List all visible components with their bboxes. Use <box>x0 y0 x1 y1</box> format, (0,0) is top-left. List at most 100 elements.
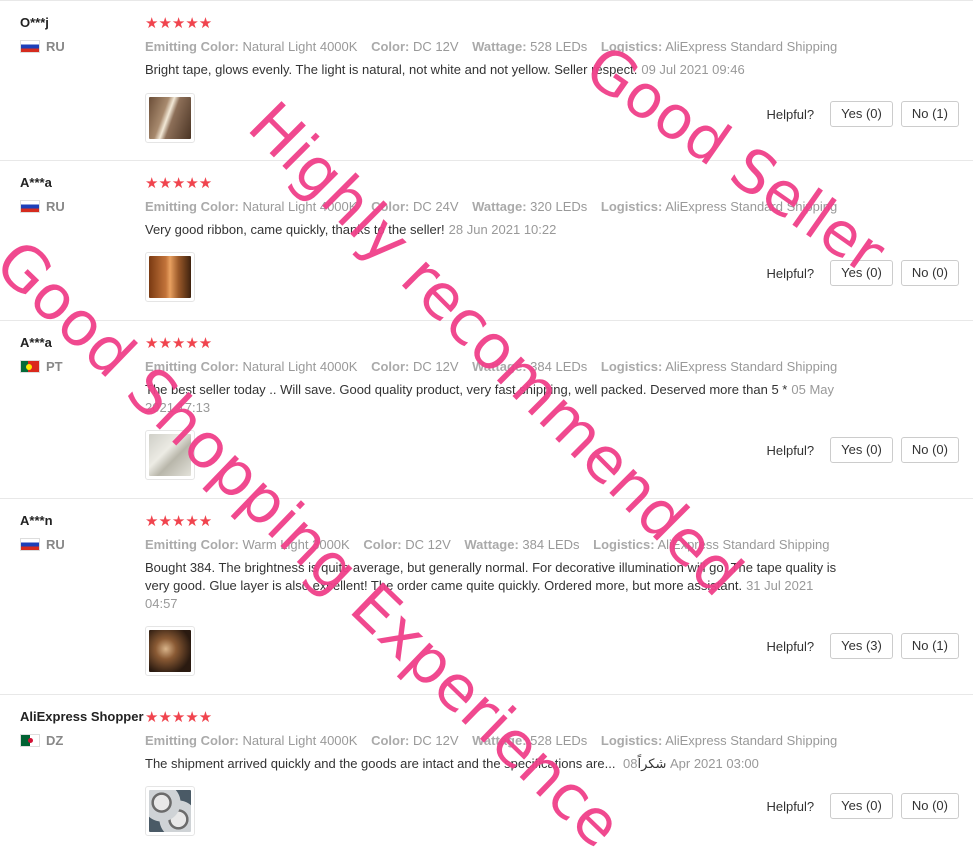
attr-value: DC 12V <box>412 39 459 54</box>
helpful-label: Helpful? <box>766 638 815 654</box>
photo-package <box>149 434 191 476</box>
review-body: The shipment arrived quickly and the goo… <box>145 756 667 771</box>
review-text: Bright tape, glows evenly. The light is … <box>145 61 845 79</box>
helpful-vote: Helpful? Yes (0) No (0) <box>766 793 959 819</box>
review-text: Bought 384. The brightness is quite aver… <box>145 559 845 613</box>
review-photo-thumbnail[interactable] <box>145 252 195 302</box>
flag-russia-icon <box>20 538 40 551</box>
attr-value: AliExpress Standard Shipping <box>665 733 838 748</box>
review-content: ★★★★★ Emitting Color: Natural Light 4000… <box>145 335 845 417</box>
review-photo-thumbnail[interactable] <box>145 626 195 676</box>
flag-portugal-icon <box>20 360 40 373</box>
reviewer-country: RU <box>20 39 145 54</box>
helpful-no-button[interactable]: No (0) <box>900 793 959 819</box>
flag-algeria-icon <box>20 734 40 747</box>
attr-label: Emitting Color: <box>145 359 239 374</box>
flag-russia-icon <box>20 200 40 213</box>
helpful-label: Helpful? <box>766 442 815 458</box>
review-item: A***a RU ★★★★★ Emitting Color: Natural L… <box>0 161 973 321</box>
attr-label: Wattage: <box>464 537 519 552</box>
review-item: A***n RU ★★★★★ Emitting Color: Warm Ligh… <box>0 499 973 695</box>
review-item: O***j RU ★★★★★ Emitting Color: Natural L… <box>0 0 973 161</box>
attr-label: Logistics: <box>600 733 663 748</box>
photo-reels <box>149 790 191 832</box>
review-attributes: Emitting Color: Warm Light 3000K Color: … <box>145 537 845 552</box>
review-body: Bright tape, glows evenly. The light is … <box>145 62 638 77</box>
review-text: The best seller today .. Will save. Good… <box>145 381 845 417</box>
review-photo-thumbnail[interactable] <box>145 93 195 143</box>
attr-label: Color: <box>371 199 410 214</box>
helpful-no-button[interactable]: No (1) <box>900 101 959 127</box>
helpful-yes-button[interactable]: Yes (3) <box>830 633 893 659</box>
attr-value: AliExpress Standard Shipping <box>665 359 838 374</box>
star-rating: ★★★★★ <box>145 335 213 352</box>
country-code: RU <box>46 199 65 214</box>
review-list: O***j RU ★★★★★ Emitting Color: Natural L… <box>0 0 973 850</box>
attr-label: Logistics: <box>600 359 663 374</box>
attr-value: AliExpress Standard Shipping <box>665 199 838 214</box>
photo-led-strip-ceiling <box>149 256 191 298</box>
helpful-yes-button[interactable]: Yes (0) <box>830 101 893 127</box>
helpful-vote: Helpful? Yes (0) No (0) <box>766 260 959 286</box>
attr-value: DC 12V <box>412 359 459 374</box>
attr-value: AliExpress Standard Shipping <box>665 39 838 54</box>
review-attributes: Emitting Color: Natural Light 4000K Colo… <box>145 39 845 54</box>
reviewer-info: AliExpress Shopper DZ <box>20 709 145 748</box>
helpful-label: Helpful? <box>766 106 815 122</box>
attr-value: Warm Light 3000K <box>242 537 350 552</box>
attr-label: Logistics: <box>593 537 655 552</box>
attr-label: Color: <box>371 39 410 54</box>
review-content: ★★★★★ Emitting Color: Natural Light 4000… <box>145 175 845 239</box>
attr-value: Natural Light 4000K <box>242 733 358 748</box>
reviewer-name: A***a <box>20 175 52 190</box>
country-code: DZ <box>46 733 64 748</box>
helpful-no-button[interactable]: No (0) <box>900 260 959 286</box>
helpful-vote: Helpful? Yes (0) No (0) <box>766 437 959 463</box>
helpful-yes-button[interactable]: Yes (0) <box>830 260 893 286</box>
attr-label: Logistics: <box>600 39 663 54</box>
review-photo-thumbnail[interactable] <box>145 786 195 836</box>
attr-value: 384 LEDs <box>522 537 580 552</box>
attr-label: Emitting Color: <box>145 733 239 748</box>
reviewer-country: PT <box>20 359 145 374</box>
star-rating: ★★★★★ <box>145 709 213 726</box>
helpful-yes-button[interactable]: Yes (0) <box>830 437 893 463</box>
attr-label: Color: <box>371 733 410 748</box>
attr-value: Natural Light 4000K <box>242 199 358 214</box>
reviewer-country: RU <box>20 199 145 214</box>
review-date: 28 Jun 2021 10:22 <box>448 222 557 237</box>
reviewer-name: O***j <box>20 15 49 30</box>
reviewer-country: DZ <box>20 733 145 748</box>
attr-label: Color: <box>363 537 402 552</box>
star-rating: ★★★★★ <box>145 15 213 32</box>
attr-label: Wattage: <box>472 39 527 54</box>
helpful-label: Helpful? <box>766 265 815 281</box>
star-rating: ★★★★★ <box>145 513 213 530</box>
reviewer-info: A***a PT <box>20 335 145 374</box>
review-text: The shipment arrived quickly and the goo… <box>145 755 845 773</box>
photo-led-strip-hallway <box>149 97 191 139</box>
attr-label: Color: <box>371 359 410 374</box>
review-item: A***a PT ★★★★★ Emitting Color: Natural L… <box>0 321 973 499</box>
helpful-yes-button[interactable]: Yes (0) <box>830 793 893 819</box>
review-attributes: Emitting Color: Natural Light 4000K Colo… <box>145 733 845 748</box>
review-photo-thumbnail[interactable] <box>145 430 195 480</box>
attr-value: Natural Light 4000K <box>242 359 358 374</box>
reviewer-info: A***a RU <box>20 175 145 214</box>
attr-value: DC 12V <box>412 733 459 748</box>
reviewer-info: A***n RU <box>20 513 145 552</box>
attr-value: Natural Light 4000K <box>242 39 358 54</box>
review-content: ★★★★★ Emitting Color: Natural Light 4000… <box>145 15 845 79</box>
attr-value: 320 LEDs <box>530 199 588 214</box>
attr-value: DC 12V <box>405 537 451 552</box>
reviewer-name: A***n <box>20 513 53 528</box>
review-body: Bought 384. The brightness is quite aver… <box>145 560 837 593</box>
star-rating: ★★★★★ <box>145 175 213 192</box>
country-code: RU <box>46 537 65 552</box>
review-item: AliExpress Shopper DZ ★★★★★ Emitting Col… <box>0 695 973 850</box>
attr-label: Emitting Color: <box>145 537 239 552</box>
helpful-vote: Helpful? Yes (0) No (1) <box>766 101 959 127</box>
helpful-no-button[interactable]: No (0) <box>900 437 959 463</box>
helpful-no-button[interactable]: No (1) <box>900 633 959 659</box>
review-attributes: Emitting Color: Natural Light 4000K Colo… <box>145 199 845 214</box>
